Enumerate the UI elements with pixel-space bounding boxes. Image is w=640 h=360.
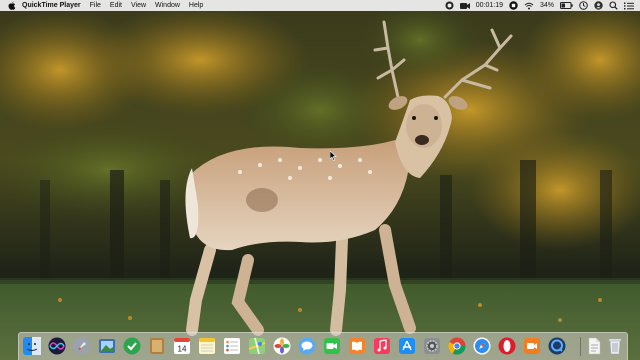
- preview-icon[interactable]: [98, 337, 116, 355]
- facetime-icon[interactable]: [323, 337, 341, 355]
- chrome-icon[interactable]: [448, 337, 466, 355]
- desktop-wallpaper: [0, 0, 640, 360]
- quicktime-icon[interactable]: [548, 337, 566, 355]
- maps-icon[interactable]: [248, 337, 266, 355]
- menu-window[interactable]: Window: [155, 0, 180, 11]
- trash-icon[interactable]: [606, 337, 624, 355]
- brown-notebook-icon[interactable]: [148, 337, 166, 355]
- launchpad-rocket-icon[interactable]: [73, 337, 91, 355]
- messages-icon[interactable]: [298, 337, 316, 355]
- opera-icon[interactable]: [498, 337, 516, 355]
- menu-bar: QuickTime Player File Edit View Window H…: [0, 0, 640, 11]
- music-icon[interactable]: [373, 337, 391, 355]
- spotlight-search-icon[interactable]: [609, 1, 618, 10]
- menu-help[interactable]: Help: [189, 0, 203, 11]
- document-icon[interactable]: [585, 337, 603, 355]
- photos-icon[interactable]: [273, 337, 291, 355]
- siri-icon[interactable]: [48, 337, 66, 355]
- user-icon[interactable]: [594, 1, 603, 10]
- dock: 14: [18, 332, 628, 360]
- video-camera-icon[interactable]: [459, 2, 470, 10]
- camera-icon[interactable]: [523, 337, 541, 355]
- notes-icon[interactable]: [198, 337, 216, 355]
- notification-center-icon[interactable]: [624, 2, 634, 10]
- record-stop-icon[interactable]: [445, 1, 454, 10]
- app-store-icon[interactable]: [398, 337, 416, 355]
- apple-menu-icon[interactable]: [8, 1, 16, 10]
- app-name-menu[interactable]: QuickTime Player: [22, 0, 81, 11]
- mouse-cursor-icon: [330, 151, 337, 161]
- finder-icon[interactable]: [23, 337, 41, 355]
- safari-icon[interactable]: [473, 337, 491, 355]
- battery-icon[interactable]: [560, 2, 573, 9]
- battery-percent: 34%: [539, 2, 554, 9]
- clock-icon[interactable]: [579, 1, 588, 10]
- menu-edit[interactable]: Edit: [110, 0, 122, 11]
- green-check-icon[interactable]: [123, 337, 141, 355]
- menu-view[interactable]: View: [131, 0, 146, 11]
- calendar-icon[interactable]: 14: [173, 337, 191, 355]
- menu-file[interactable]: File: [90, 0, 101, 11]
- recording-timer: 00:01:19: [475, 2, 503, 9]
- dock-separator: [580, 337, 581, 356]
- stop-recording-icon[interactable]: [509, 1, 518, 10]
- reminders-icon[interactable]: [223, 337, 241, 355]
- system-preferences-icon[interactable]: [423, 337, 441, 355]
- books-icon[interactable]: [348, 337, 366, 355]
- wifi-icon[interactable]: [524, 2, 534, 10]
- calendar-date: 14: [178, 345, 187, 354]
